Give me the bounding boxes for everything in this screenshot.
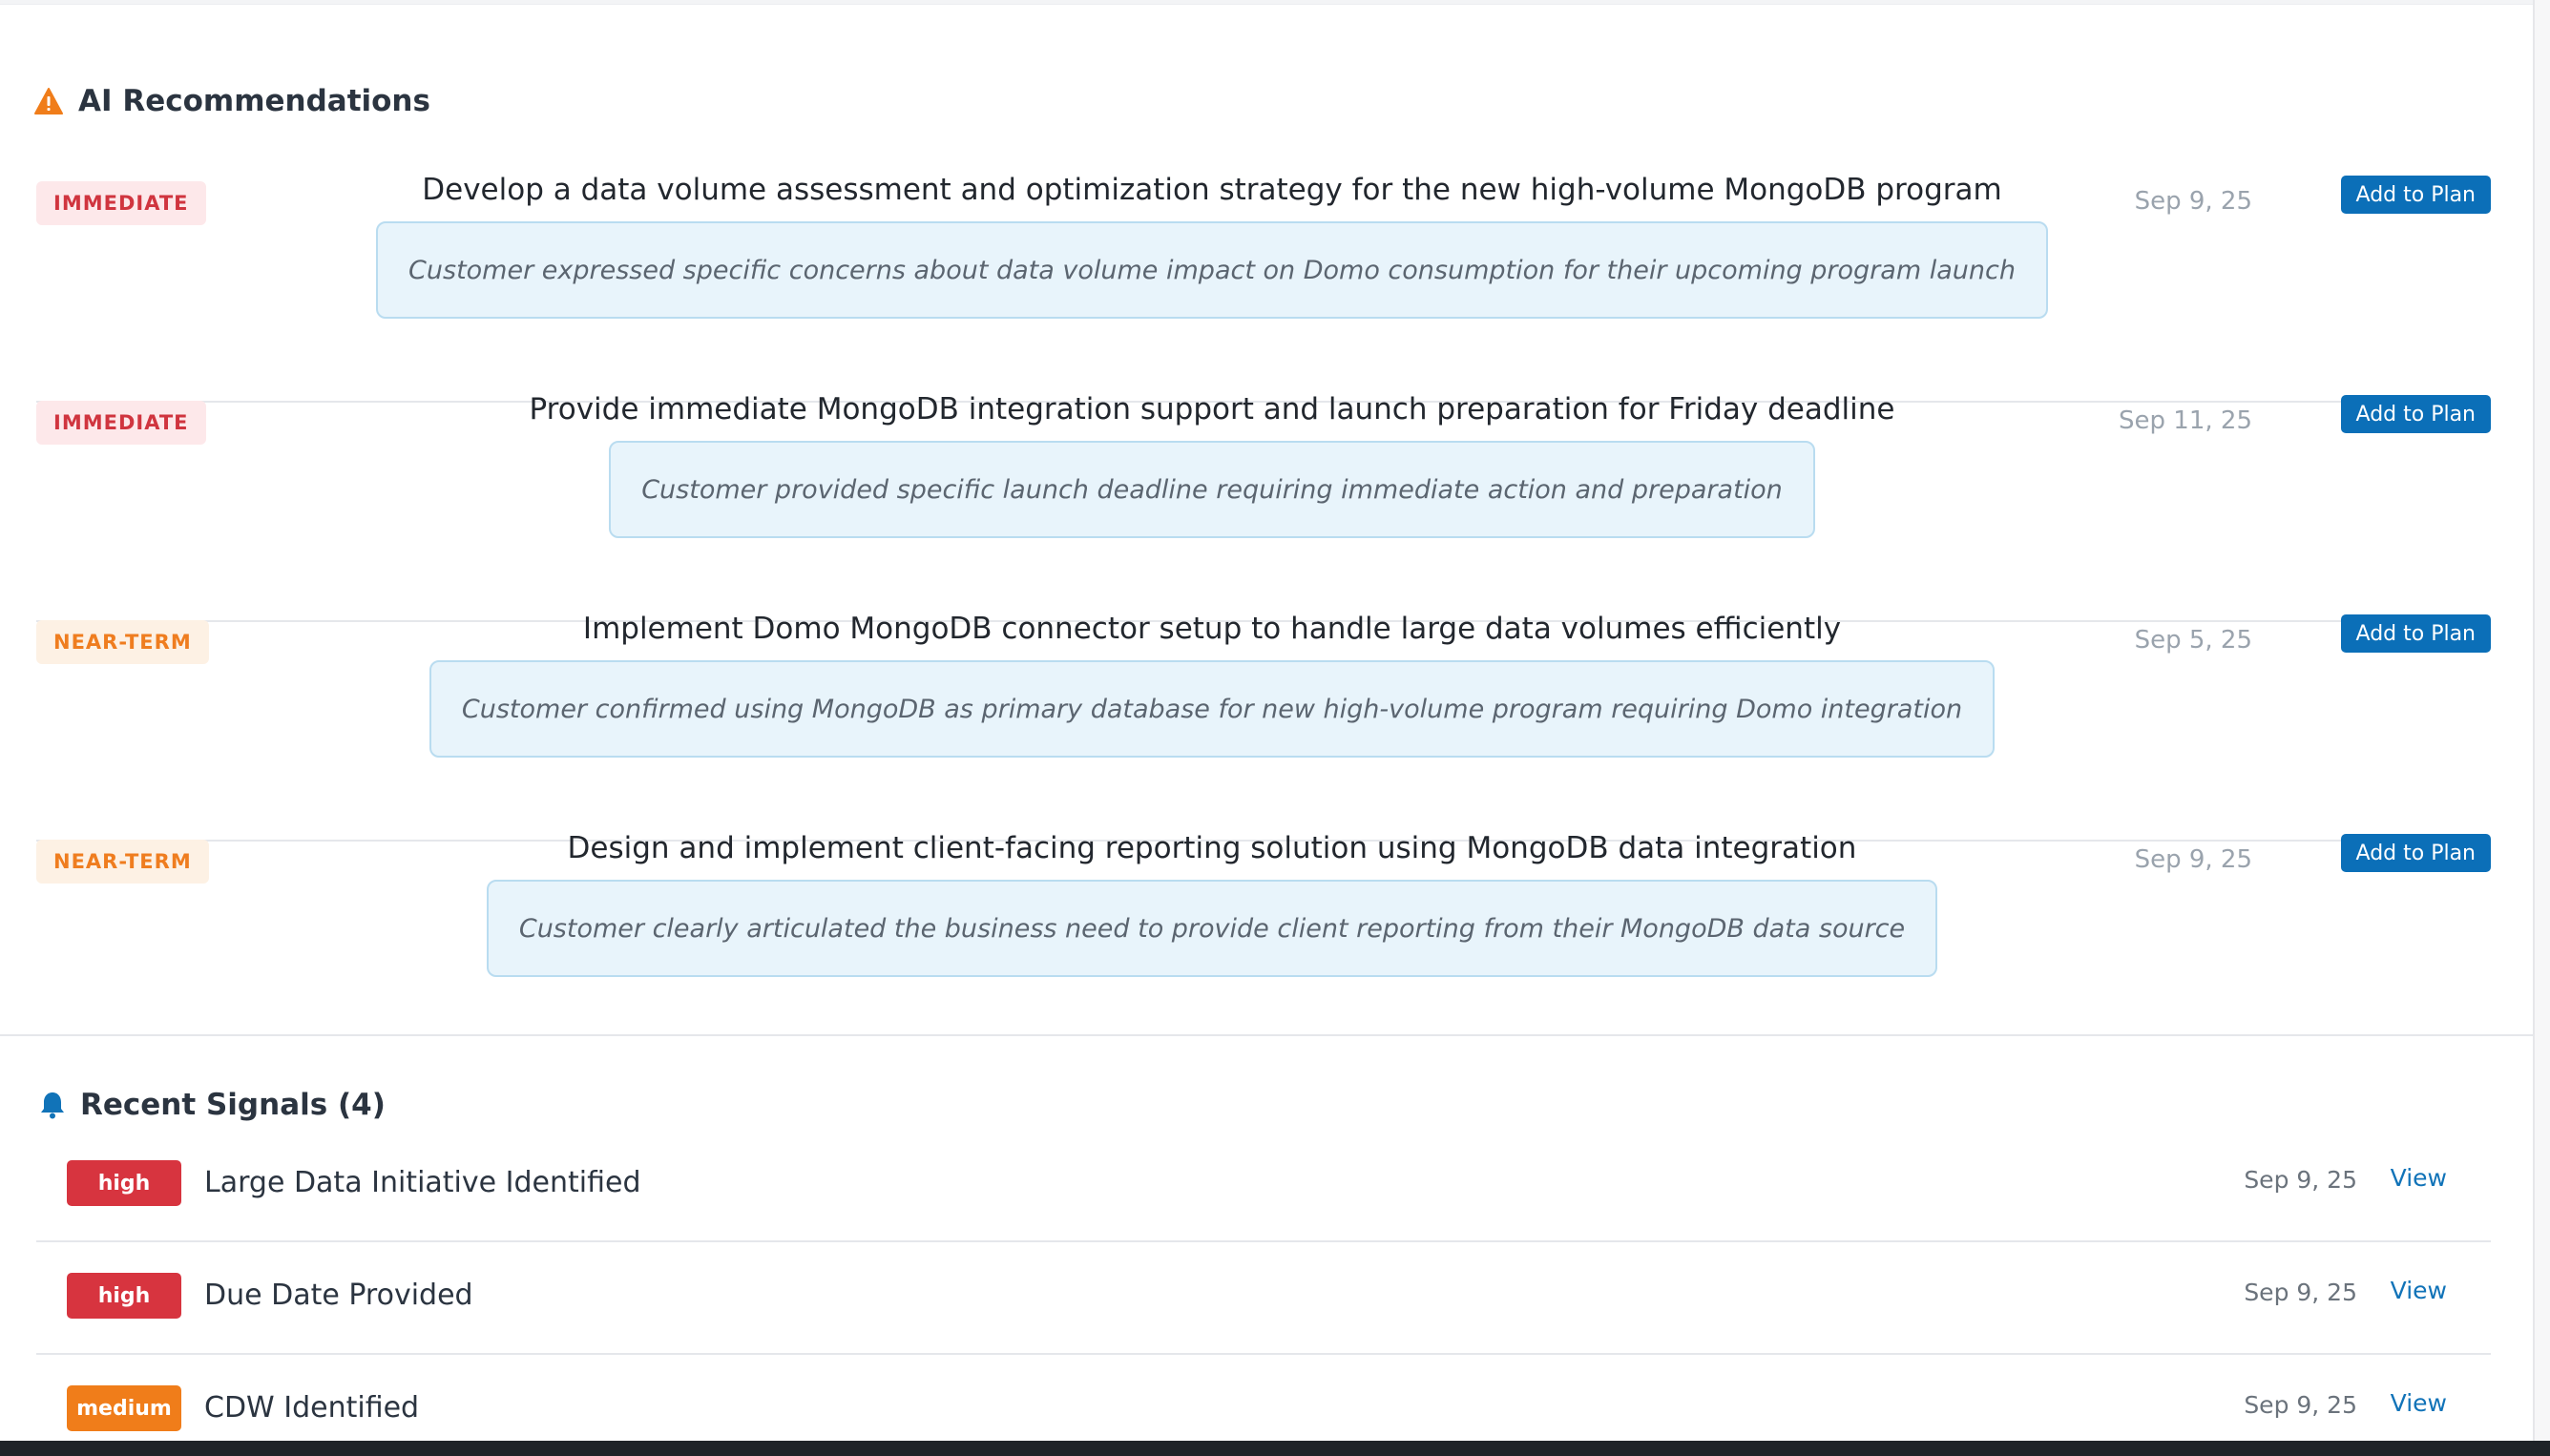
recommendation-body: Provide immediate MongoDB integration su…	[179, 385, 2245, 538]
section-title: Recent Signals (4)	[80, 1088, 386, 1122]
recommendation-body: Develop a data volume assessment and opt…	[179, 166, 2245, 319]
section-title: AI Recommendations	[78, 84, 430, 118]
signal-row: high Large Data Initiative Identified Se…	[36, 1128, 2491, 1242]
add-to-plan-button[interactable]: Add to Plan	[2340, 176, 2491, 214]
view-link[interactable]: View	[2391, 1389, 2447, 1417]
recommendation-title: Provide immediate MongoDB integration su…	[529, 392, 1895, 426]
signal-row: high Due Date Provided Sep 9, 25 View	[36, 1240, 2491, 1355]
recommendation-reason: Customer clearly articulated the busines…	[486, 880, 1938, 977]
warning-icon	[34, 88, 63, 114]
add-to-plan-button[interactable]: Add to Plan	[2340, 395, 2491, 433]
recommendation-row: NEAR-TERM Implement Domo MongoDB connect…	[36, 612, 2491, 842]
recommendation-date: Sep 9, 25	[2134, 845, 2252, 874]
recommendation-row: NEAR-TERM Design and implement client-fa…	[36, 831, 2491, 1059]
add-to-plan-button[interactable]: Add to Plan	[2340, 834, 2491, 872]
recent-signals-header: Recent Signals (4)	[40, 1084, 386, 1126]
signal-date: Sep 9, 25	[2244, 1391, 2357, 1419]
recommendation-title: Implement Domo MongoDB connector setup t…	[582, 612, 1842, 646]
recommendation-title: Design and implement client-facing repor…	[567, 831, 1857, 865]
recommendation-date: Sep 11, 25	[2119, 406, 2252, 435]
ai-recommendations-header: AI Recommendations	[34, 80, 430, 122]
recommendation-body: Design and implement client-facing repor…	[179, 824, 2245, 977]
recommendation-reason: Customer expressed specific concerns abo…	[376, 221, 2048, 319]
severity-badge: high	[67, 1273, 181, 1319]
bottom-bar	[0, 1441, 2550, 1456]
section-divider	[0, 1034, 2535, 1036]
view-link[interactable]: View	[2391, 1277, 2447, 1304]
recommendation-title: Develop a data volume assessment and opt…	[422, 173, 2002, 207]
recommendation-row: IMMEDIATE Provide immediate MongoDB inte…	[36, 392, 2491, 622]
signal-date: Sep 9, 25	[2244, 1166, 2357, 1194]
recommendation-reason: Customer confirmed using MongoDB as prim…	[428, 660, 1996, 758]
recommendation-body: Implement Domo MongoDB connector setup t…	[179, 605, 2245, 758]
signal-label: CDW Identified	[204, 1391, 420, 1425]
bell-icon	[40, 1091, 65, 1119]
recommendation-reason: Customer provided specific launch deadli…	[609, 441, 1815, 538]
signal-label: Due Date Provided	[204, 1279, 473, 1312]
recommendation-row: IMMEDIATE Develop a data volume assessme…	[36, 173, 2491, 403]
view-link[interactable]: View	[2391, 1164, 2447, 1192]
signal-row: medium CDW Identified Sep 9, 25 View	[36, 1353, 2491, 1441]
top-border	[0, 0, 2535, 5]
severity-badge: medium	[67, 1385, 181, 1431]
signal-date: Sep 9, 25	[2244, 1279, 2357, 1306]
vertical-scrollbar[interactable]	[2533, 0, 2550, 1441]
add-to-plan-button[interactable]: Add to Plan	[2340, 614, 2491, 653]
recommendation-date: Sep 9, 25	[2134, 187, 2252, 216]
severity-badge: high	[67, 1160, 181, 1206]
signal-label: Large Data Initiative Identified	[204, 1166, 641, 1199]
recommendation-date: Sep 5, 25	[2134, 626, 2252, 655]
